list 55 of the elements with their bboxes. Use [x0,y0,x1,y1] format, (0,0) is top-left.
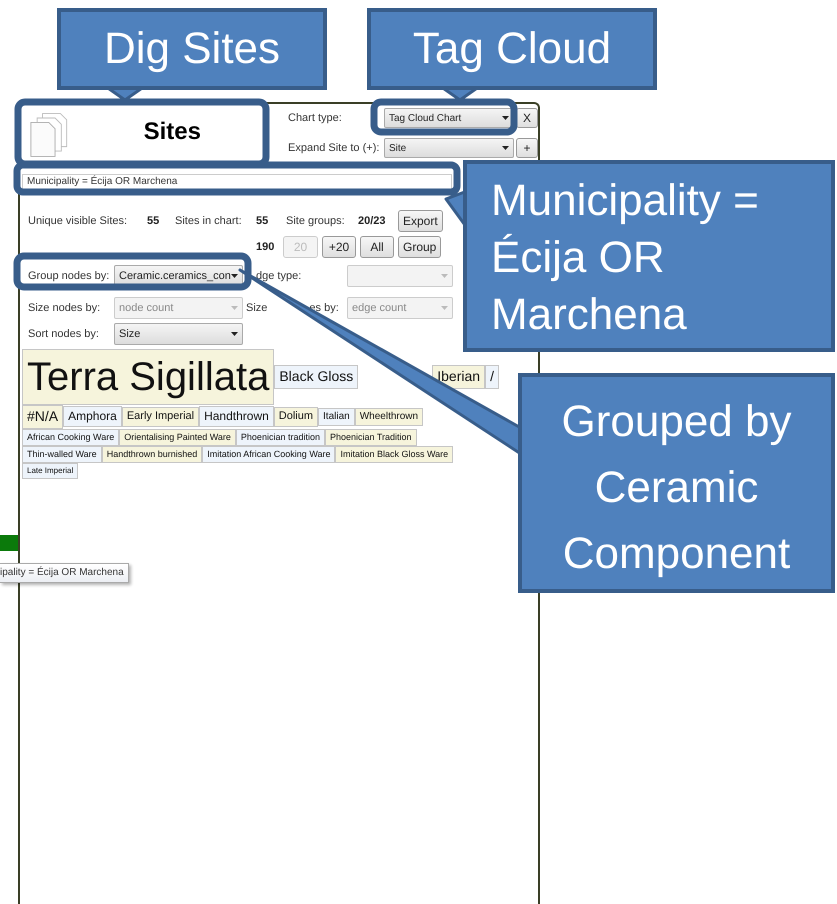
option-label: Sort nodes by: [28,328,100,340]
tag-cloud-item[interactable]: Thin-walled Ware [22,446,102,463]
caret-icon [502,116,509,120]
stat-label: Unique visible Sites: [28,215,128,227]
option-dropdown[interactable]: Size [114,322,243,344]
panel-title: Sites [144,118,202,146]
caret-icon [231,274,238,278]
close-button[interactable]: X [516,108,538,128]
tag-cloud-item[interactable]: / [485,365,499,389]
filter-field[interactable]: Municipality = Écija OR Marchena [22,174,452,191]
tag-cloud-item[interactable]: Handthrown [199,406,274,428]
option-label: Size [246,302,268,314]
chart-type-label: Chart type: [288,112,343,124]
tag-cloud-item[interactable]: Amphora [63,406,122,428]
expand-dropdown[interactable]: Site [384,138,514,158]
tag-cloud-item[interactable]: Wheelthrown [354,408,424,426]
tag-cloud-item[interactable]: Black Gloss [274,365,358,389]
option-label: Group nodes by: [28,270,110,282]
tag-cloud-item[interactable]: Handthrown burnished [102,446,202,463]
option-label: dge type: [256,270,302,282]
expand-label: Expand Site to (+): [288,142,380,154]
caret-icon [231,332,238,336]
tag-cloud-item[interactable]: Imitation African Cooking Ware [202,446,336,463]
caret-icon [231,306,238,310]
tag-cloud-item[interactable]: Early Imperial [122,406,200,427]
tag-cloud-item[interactable]: Phoenician tradition [236,428,325,446]
toolbar-button[interactable]: All [360,236,394,258]
callout: Municipality = Écija OR Marchena [463,160,835,352]
tag-cloud-item[interactable]: Terra Sigillata [22,349,274,405]
toolbar-button[interactable]: Group [398,236,442,258]
stat-value: 55 [147,215,160,227]
caret-icon [441,274,448,278]
tag-cloud-item[interactable]: Dolium [274,406,318,427]
expand-button[interactable]: + [516,138,538,158]
stat-label: Site groups: [286,215,346,227]
caret-icon [441,306,448,310]
tag-cloud-item[interactable]: Late Imperial [22,463,78,479]
tag-cloud-item[interactable]: Orientalising Painted Ware [119,428,236,446]
tag-cloud-item[interactable]: Italian [318,408,355,426]
tag-cloud-item[interactable]: Phoenician Tradition [324,428,417,446]
caret-icon [502,146,509,150]
tooltip: ipality = Écija OR Marchena [0,563,129,583]
export-button[interactable]: Export [398,210,443,232]
stat-value: 55 [256,215,270,227]
option-label: Size nodes by: [28,302,102,314]
stat-label: Sites in chart: [175,215,243,227]
tag-cloud-item[interactable]: #N/A [22,405,64,428]
stat-value: 20/23 [358,215,387,227]
tag-cloud-item[interactable]: African Cooking Ware [22,428,120,446]
stat-value: 190 [256,241,276,253]
tag-cloud-item[interactable]: Imitation Black Gloss Ware [335,446,454,463]
documents-icon [30,110,68,160]
callout: Grouped by Ceramic Component [518,373,835,593]
toolbar-button[interactable]: +20 [322,236,356,258]
chart-bar [0,535,18,551]
